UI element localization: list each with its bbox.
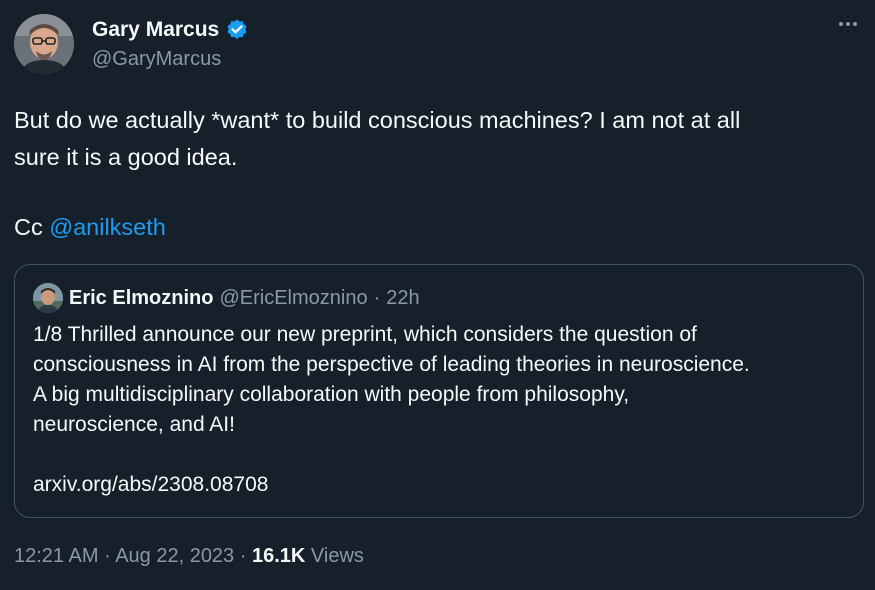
quoted-avatar[interactable] xyxy=(33,283,63,313)
cc-prefix: Cc xyxy=(14,214,50,240)
person-avatar-icon xyxy=(14,14,74,74)
tweet-line-1: But do we actually *want* to build consc… xyxy=(14,107,741,133)
quoted-tweet[interactable]: Eric Elmoznino @EricElmoznino · 22h 1/8 … xyxy=(14,264,864,518)
author-avatar[interactable] xyxy=(14,14,74,74)
quoted-header: Eric Elmoznino @EricElmoznino · 22h xyxy=(33,283,845,313)
views-count: 16.1K xyxy=(251,545,306,567)
quoted-line-1: 1/8 Thrilled announce our new preprint, … xyxy=(33,323,697,346)
mention-link[interactable]: @anilkseth xyxy=(49,214,166,240)
tweet-footer: 12:21 AM · Aug 22, 2023 · 16.1K Views xyxy=(14,545,364,568)
quoted-display-name[interactable]: Eric Elmoznino xyxy=(69,287,213,310)
quoted-line-3: A big multidisciplinary collaboration wi… xyxy=(33,383,630,406)
author-names: Gary Marcus @GaryMarcus xyxy=(92,17,249,71)
tweet-line-2: sure it is a good idea. xyxy=(14,144,238,170)
footer-separator: · xyxy=(234,545,252,567)
author-display-name[interactable]: Gary Marcus xyxy=(92,18,219,42)
quoted-line-2: consciousness in AI from the perspective… xyxy=(33,353,750,376)
dot xyxy=(839,22,843,26)
author-handle[interactable]: @GaryMarcus xyxy=(92,48,249,71)
quoted-separator: · xyxy=(373,286,381,309)
tweet-date[interactable]: Aug 22, 2023 xyxy=(115,545,234,567)
more-options-icon[interactable] xyxy=(835,14,861,34)
verified-badge-icon[interactable] xyxy=(225,18,249,42)
views-label: Views xyxy=(305,545,364,567)
quoted-time[interactable]: 22h xyxy=(386,287,419,310)
tweet-header: Gary Marcus @GaryMarcus xyxy=(14,14,861,74)
quoted-line-4: neuroscience, and AI! xyxy=(33,413,235,436)
tweet-text: But do we actually *want* to build consc… xyxy=(14,102,859,246)
person-avatar-icon xyxy=(33,283,63,313)
dot xyxy=(853,22,857,26)
quoted-text: 1/8 Thrilled announce our new preprint, … xyxy=(33,320,845,500)
dot xyxy=(846,22,850,26)
tweet-cc-line: Cc @anilkseth xyxy=(14,209,859,246)
quoted-link[interactable]: arxiv.org/abs/2308.08708 xyxy=(33,470,845,500)
tweet-time[interactable]: 12:21 AM xyxy=(14,545,99,567)
name-row: Gary Marcus xyxy=(92,17,249,43)
tweet-card: Gary Marcus @GaryMarcus But do we actual… xyxy=(0,0,875,590)
quoted-handle[interactable]: @EricElmoznino xyxy=(219,287,367,310)
footer-separator: · xyxy=(98,545,116,567)
